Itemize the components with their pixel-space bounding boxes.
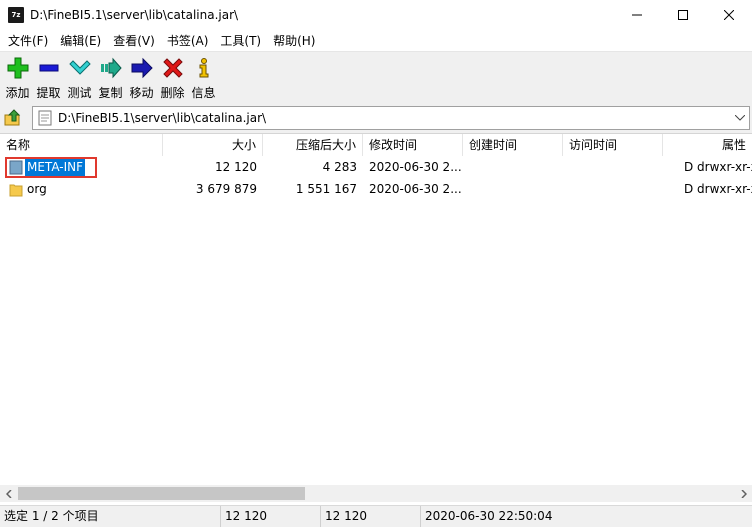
test-button[interactable]: 测试 — [64, 53, 95, 101]
title-bar: 7z D:\FineBI5.1\server\lib\catalina.jar\ — [0, 0, 752, 30]
check-icon — [68, 56, 92, 80]
horizontal-scrollbar[interactable] — [0, 485, 752, 502]
list-item-packed-size: 4 283 — [322, 160, 357, 174]
add-button[interactable]: 添加 — [2, 53, 33, 101]
list-item-name-text: org — [27, 182, 47, 196]
list-item[interactable]: META-INF 12 120 4 283 2020-06-30 2... D … — [0, 156, 752, 178]
list-item-name: META-INF — [9, 156, 159, 178]
column-attributes[interactable]: 属性 — [663, 134, 752, 156]
list-item-size: 12 120 — [215, 160, 257, 174]
list-item-name-text: META-INF — [25, 158, 86, 176]
plus-icon — [6, 56, 30, 80]
list-item-attributes: D drwxr-xr-x — [684, 160, 752, 174]
folder-icon — [9, 184, 23, 197]
list-item-name: org — [9, 178, 159, 200]
chevron-left-icon — [5, 489, 12, 498]
info-label: 信息 — [191, 86, 216, 100]
move-button[interactable]: 移动 — [126, 53, 157, 101]
info-icon — [192, 56, 216, 80]
window-controls — [614, 0, 752, 30]
extract-button[interactable]: 提取 — [33, 53, 64, 101]
status-selection: 选定 1 / 2 个项目 — [0, 506, 221, 527]
chevron-down-icon — [735, 115, 745, 121]
add-label: 添加 — [5, 86, 30, 100]
column-modified[interactable]: 修改时间 — [363, 134, 463, 156]
close-button[interactable] — [706, 0, 752, 30]
menu-file[interactable]: 文件(F) — [2, 30, 54, 52]
list-item[interactable]: org 3 679 879 1 551 167 2020-06-30 2... … — [0, 178, 752, 200]
folder-icon — [9, 160, 23, 175]
menu-view[interactable]: 查看(V) — [107, 30, 161, 52]
list-item-modified: 2020-06-30 2... — [369, 182, 461, 196]
file-list[interactable]: 名称 大小 压缩后大小 修改时间 创建时间 访问时间 属性 META-INF 1… — [0, 133, 752, 505]
window-title: D:\FineBI5.1\server\lib\catalina.jar\ — [30, 8, 239, 22]
maximize-icon — [678, 10, 688, 20]
test-label: 测试 — [67, 86, 92, 100]
menu-edit[interactable]: 编辑(E) — [54, 30, 107, 52]
status-packed-size: 12 120 — [321, 506, 421, 527]
status-bar: 选定 1 / 2 个项目 12 120 12 120 2020-06-30 22… — [0, 505, 752, 527]
address-path: D:\FineBI5.1\server\lib\catalina.jar\ — [58, 111, 267, 125]
extract-label: 提取 — [36, 86, 61, 100]
move-arrow-icon — [130, 56, 154, 80]
status-size: 12 120 — [221, 506, 321, 527]
list-item-packed-size: 1 551 167 — [295, 182, 357, 196]
list-item-attributes: D drwxr-xr-x — [684, 182, 752, 196]
menu-help[interactable]: 帮助(H) — [267, 30, 321, 52]
menu-bookmarks[interactable]: 书签(A) — [161, 30, 215, 52]
move-label: 移动 — [129, 86, 154, 100]
address-field[interactable]: D:\FineBI5.1\server\lib\catalina.jar\ — [32, 106, 750, 130]
list-item-size: 3 679 879 — [195, 182, 257, 196]
copy-button[interactable]: 复制 — [95, 53, 126, 101]
up-folder-icon — [4, 109, 21, 126]
delete-x-icon — [161, 56, 185, 80]
column-header-row: 名称 大小 压缩后大小 修改时间 创建时间 访问时间 属性 — [0, 134, 752, 156]
close-icon — [724, 10, 734, 20]
app-icon: 7z — [8, 7, 24, 23]
up-folder-button[interactable] — [0, 105, 26, 131]
delete-button[interactable]: 删除 — [157, 53, 188, 101]
list-item-modified: 2020-06-30 2... — [369, 160, 461, 174]
scroll-right-button[interactable] — [735, 485, 752, 502]
address-dropdown-button[interactable] — [733, 110, 747, 126]
column-name[interactable]: 名称 — [0, 134, 163, 156]
column-size[interactable]: 大小 — [163, 134, 263, 156]
menu-bar: 文件(F) 编辑(E) 查看(V) 书签(A) 工具(T) 帮助(H) — [0, 30, 752, 52]
copy-arrow-icon — [99, 56, 123, 80]
column-packed-size[interactable]: 压缩后大小 — [263, 134, 363, 156]
maximize-button[interactable] — [660, 0, 706, 30]
column-created[interactable]: 创建时间 — [463, 134, 563, 156]
info-button[interactable]: 信息 — [188, 53, 219, 101]
copy-label: 复制 — [98, 86, 123, 100]
minus-icon — [37, 56, 61, 80]
scroll-left-button[interactable] — [0, 485, 17, 502]
archive-icon — [38, 110, 52, 126]
menu-tools[interactable]: 工具(T) — [214, 30, 267, 52]
column-accessed[interactable]: 访问时间 — [563, 134, 663, 156]
status-modified: 2020-06-30 22:50:04 — [425, 509, 553, 523]
scrollbar-thumb[interactable] — [18, 487, 305, 500]
delete-label: 删除 — [160, 86, 185, 100]
toolbar: 添加 提取 测试 复制 移动 删除 信息 — [0, 53, 752, 101]
chevron-right-icon — [740, 489, 747, 498]
minimize-icon — [632, 14, 642, 16]
address-bar: D:\FineBI5.1\server\lib\catalina.jar\ — [0, 105, 752, 131]
minimize-button[interactable] — [614, 0, 660, 30]
